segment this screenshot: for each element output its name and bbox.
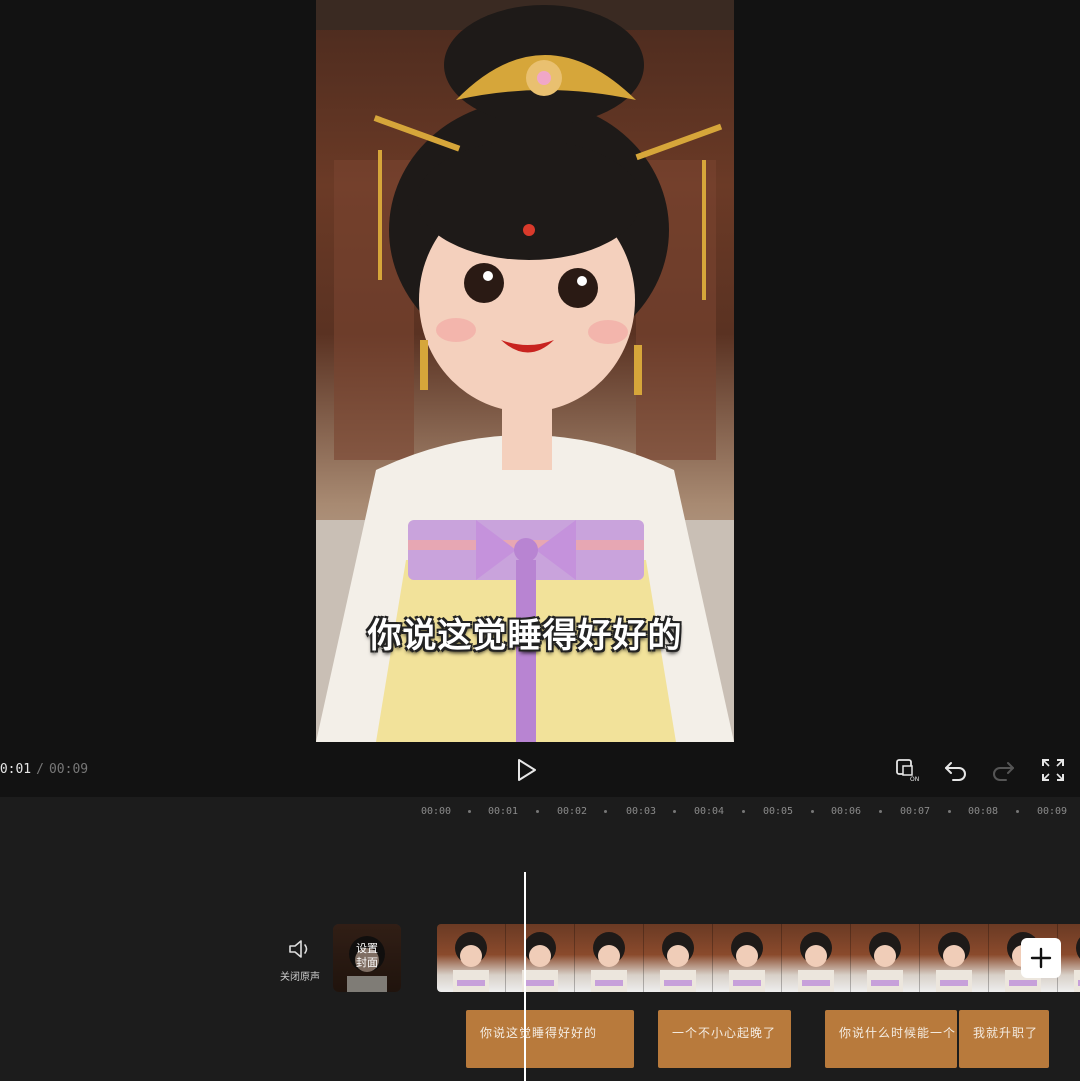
plus-icon bbox=[1030, 947, 1052, 969]
video-frame-thumbnail bbox=[1058, 924, 1080, 992]
video-frame-thumbnail bbox=[644, 924, 713, 992]
ruler-dot bbox=[879, 810, 882, 813]
caption-clip[interactable]: 我就升职了 bbox=[959, 1010, 1049, 1068]
total-time: 00:09 bbox=[48, 762, 89, 777]
ruler-label: 00:09 bbox=[1036, 806, 1068, 817]
ruler-label: 00:06 bbox=[830, 806, 862, 817]
speaker-icon bbox=[289, 940, 308, 958]
undo-button[interactable] bbox=[943, 757, 969, 783]
cover-label: 设置 封面 bbox=[333, 942, 401, 970]
ruler-label: 00:08 bbox=[967, 806, 999, 817]
ruler-label: 00:04 bbox=[693, 806, 725, 817]
ruler-dot bbox=[536, 810, 539, 813]
mute-label: 关闭原声 bbox=[280, 972, 320, 983]
subtitle-overlay: 你说这觉睡得好好的 bbox=[367, 616, 683, 656]
caption-clip[interactable]: 你说这觉睡得好好的 bbox=[466, 1010, 634, 1068]
fullscreen-icon bbox=[1042, 759, 1064, 781]
ruler-dot bbox=[948, 810, 951, 813]
keyframe-toggle-button[interactable]: ON bbox=[894, 757, 920, 783]
fullscreen-button[interactable] bbox=[1040, 757, 1066, 783]
playhead[interactable] bbox=[524, 872, 526, 1081]
video-frame-thumbnail bbox=[920, 924, 989, 992]
svg-text:ON: ON bbox=[910, 776, 919, 783]
video-frame-thumbnail bbox=[713, 924, 782, 992]
video-frame-thumbnail bbox=[851, 924, 920, 992]
keyframe-on-icon: ON bbox=[896, 759, 919, 783]
caption-clip[interactable]: 你说什么时候能一个 bbox=[825, 1010, 957, 1068]
video-preview[interactable]: 你说这觉睡得好好的 bbox=[316, 0, 734, 742]
play-icon bbox=[518, 759, 536, 781]
time-readout: 00:01 / 00:09 bbox=[0, 762, 88, 777]
ruler-label: 00:05 bbox=[762, 806, 794, 817]
add-clip-button[interactable] bbox=[1021, 938, 1061, 978]
ruler-label: 00:00 bbox=[420, 806, 452, 817]
ruler-dot bbox=[604, 810, 607, 813]
ruler-dot bbox=[1016, 810, 1019, 813]
ruler-label: 00:07 bbox=[899, 806, 931, 817]
caption-clip[interactable]: 一个不小心起晚了 bbox=[658, 1010, 791, 1068]
video-track[interactable] bbox=[437, 924, 1080, 992]
play-button[interactable] bbox=[512, 756, 540, 784]
video-frame-thumbnail bbox=[575, 924, 644, 992]
preview-area: 你说这觉睡得好好的 bbox=[0, 0, 1080, 745]
redo-button[interactable] bbox=[990, 757, 1016, 783]
ruler-label: 00:01 bbox=[487, 806, 519, 817]
ruler-label: 00:03 bbox=[625, 806, 657, 817]
video-frame-thumbnail bbox=[506, 924, 575, 992]
cover-label-line2: 封面 bbox=[356, 956, 378, 969]
redo-icon bbox=[993, 762, 1014, 781]
mute-original-audio-button[interactable]: 关闭原声 bbox=[276, 938, 324, 983]
set-cover-button[interactable]: 设置 封面 bbox=[333, 924, 401, 992]
ruler-dot bbox=[742, 810, 745, 813]
video-frame-thumbnail bbox=[782, 924, 851, 992]
undo-icon bbox=[945, 762, 966, 781]
ruler-dot bbox=[673, 810, 676, 813]
current-time: 00:01 bbox=[0, 762, 32, 777]
cover-label-line1: 设置 bbox=[356, 942, 378, 955]
ruler-dot bbox=[468, 810, 471, 813]
ruler-label: 00:02 bbox=[556, 806, 588, 817]
ruler-dot bbox=[811, 810, 814, 813]
time-separator: / bbox=[36, 762, 44, 777]
video-frame-thumbnail bbox=[437, 924, 506, 992]
